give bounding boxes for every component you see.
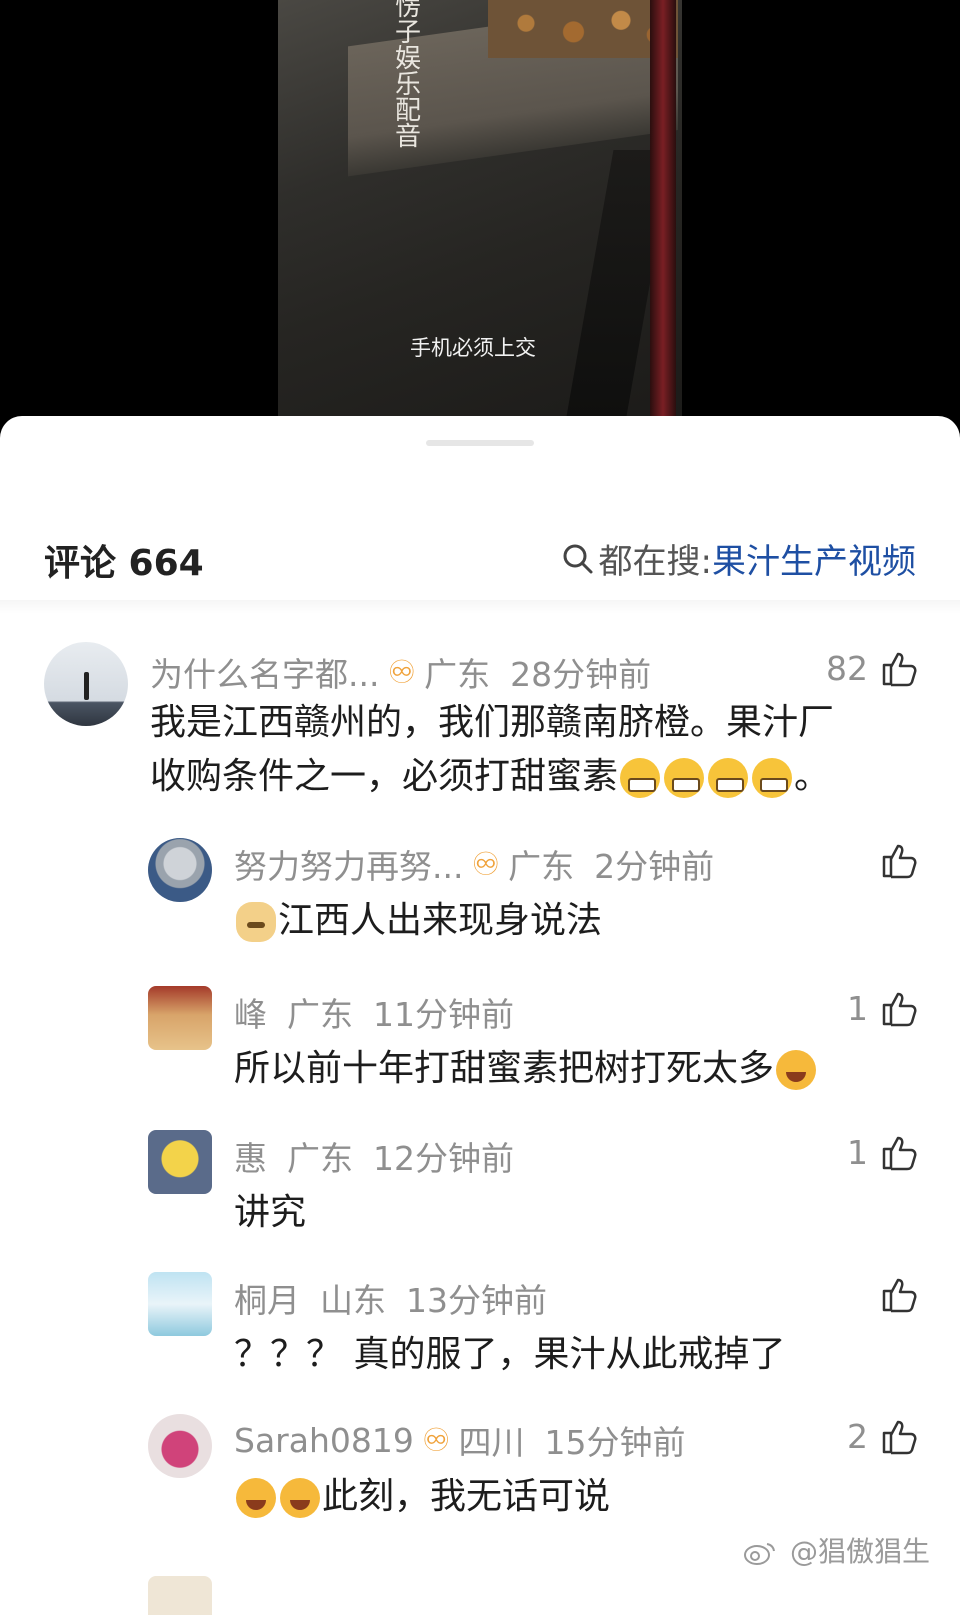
comments-title: 评论 664 (44, 543, 204, 584)
timestamp: 13分钟前 (406, 1281, 547, 1320)
grin-emoji-icon (752, 758, 793, 798)
comment-meta: 峰 广东 11分钟前 (234, 988, 514, 1036)
video-subtitle: 手机必须上交 (410, 336, 536, 360)
comment-text: 江西人出来现身说法 (234, 894, 914, 948)
thumbs-up-icon (882, 1420, 917, 1455)
grin-emoji-icon (664, 758, 705, 798)
thumbs-up-icon (882, 1136, 917, 1171)
location: 广东 (508, 847, 575, 886)
weibo-watermark: @猖傲猖生 (743, 1530, 930, 1570)
like-count: 1 (847, 1132, 868, 1172)
comment-meta: Sarah0819 ♾ 四川 15分钟前 (234, 1416, 686, 1464)
location: 山东 (320, 1281, 386, 1320)
comment-text: 讲究 (234, 1192, 307, 1233)
drag-handle[interactable] (426, 440, 534, 446)
username[interactable]: 为什么名字都... (150, 648, 379, 696)
search-prefix: 都在搜: (598, 542, 712, 582)
comment-text: 此刻，我无话可说 (234, 1470, 914, 1524)
crying-laugh-emoji-icon (280, 1478, 320, 1518)
comment-text: 所以前十年打甜蜜素把树打死太多 (234, 1042, 924, 1096)
like-button[interactable] (868, 1274, 920, 1314)
overlay-char: 娱 (394, 44, 421, 74)
like-button[interactable]: 1 (847, 1132, 920, 1172)
location: 广东 (287, 1139, 353, 1178)
comment-text: 我是江西赣州的，我们那赣南脐橙。果汁厂 收购条件之一，必须打甜蜜素 。 (150, 696, 910, 804)
avatar[interactable] (148, 1272, 212, 1336)
location: 四川 (458, 1423, 525, 1462)
like-button[interactable]: 82 (826, 648, 920, 688)
comment-sheet: 评论 664 都在搜: 果汁生产视频 为什么名字都... ♾ 广东 28分钟前 … (0, 416, 960, 1615)
username[interactable]: 峰 (234, 988, 267, 1036)
comment-line-text: 收购条件之一，必须打甜蜜素 (150, 756, 619, 797)
comment-item: 为什么名字都... ♾ 广东 28分钟前 82 我是江西赣州的，我们那赣南脐橙。… (0, 638, 960, 828)
username[interactable]: 努力努力再努... (234, 840, 463, 888)
reply-item: 努力努力再努... ♾ 广东 2分钟前 江西人出来现身说法 (0, 836, 960, 976)
thumbs-up-icon (882, 652, 917, 687)
dog-emoji-icon (236, 902, 276, 942)
timestamp: 28分钟前 (510, 655, 652, 694)
thumbs-up-icon (882, 992, 917, 1027)
comment-line-end: 。 (794, 756, 831, 797)
thumbs-up-icon (882, 1278, 917, 1313)
reply-item: 峰 广东 11分钟前 1 所以前十年打甜蜜素把树打死太多 (0, 984, 960, 1124)
grin-emoji-icon (708, 758, 749, 798)
timestamp: 15分钟前 (544, 1423, 686, 1462)
like-count: 2 (847, 1416, 868, 1456)
comment-line-text: 此刻，我无话可说 (322, 1476, 611, 1517)
like-count: 82 (826, 648, 868, 688)
watermark-text: @猖傲猖生 (789, 1535, 930, 1568)
crying-laugh-emoji-icon (776, 1050, 817, 1090)
username[interactable]: 桐月 (234, 1274, 300, 1322)
timestamp: 2分钟前 (594, 847, 715, 886)
comment-meta: 桐月 山东 13分钟前 (234, 1274, 547, 1322)
like-count: 1 (847, 988, 868, 1028)
comment-text: ？？？ 真的服了，果汁从此戒掉了 (234, 1334, 786, 1375)
reply-item: 桐月 山东 13分钟前 ？？？ 真的服了，果汁从此戒掉了 (0, 1270, 960, 1410)
comment-meta: 惠 广东 12分钟前 (234, 1132, 514, 1180)
avatar[interactable] (44, 642, 128, 726)
weibo-icon (744, 1543, 776, 1565)
video-red-edge (650, 0, 676, 416)
comment-line-2: 收购条件之一，必须打甜蜜素 。 (150, 750, 910, 804)
video-player[interactable]: 愣 子 娱 乐 配 音 手机必须上交 (0, 0, 960, 420)
location: 广东 (287, 995, 353, 1034)
overlay-char: 乐 (394, 70, 421, 100)
like-button[interactable] (868, 840, 920, 880)
avatar[interactable] (148, 838, 212, 902)
comment-line-text: 所以前十年打甜蜜素把树打死太多 (234, 1048, 775, 1089)
fan-badge-icon: ♾ (421, 1421, 451, 1459)
overlay-char: 子 (394, 18, 421, 48)
avatar[interactable] (148, 986, 212, 1050)
search-icon (563, 544, 593, 573)
fan-badge-icon: ♾ (387, 653, 417, 691)
comment-meta: 努力努力再努... ♾ 广东 2分钟前 (234, 840, 714, 888)
comment-line-text: 江西人出来现身说法 (278, 900, 603, 941)
location: 广东 (424, 655, 491, 694)
username[interactable]: Sarah0819 (234, 1421, 414, 1460)
like-button[interactable]: 1 (847, 988, 920, 1028)
overlay-char: 配 (394, 96, 421, 126)
next-comment-peek (148, 1576, 212, 1615)
avatar[interactable] (148, 1414, 212, 1478)
overlay-char: 愣 (394, 0, 421, 22)
crying-laugh-emoji-icon (236, 1478, 276, 1518)
overlay-char: 音 (394, 122, 421, 152)
like-button[interactable]: 2 (847, 1416, 920, 1456)
timestamp: 12分钟前 (373, 1139, 514, 1178)
avatar[interactable] (148, 1130, 212, 1194)
username[interactable]: 惠 (234, 1132, 267, 1180)
reply-item: 惠 广东 12分钟前 1 讲究 (0, 1128, 960, 1268)
header-divider (0, 600, 960, 614)
comment-line: 我是江西赣州的，我们那赣南脐橙。果汁厂 (150, 702, 835, 743)
timestamp: 11分钟前 (373, 995, 514, 1034)
fan-badge-icon: ♾ (471, 845, 501, 883)
thumbs-up-icon (882, 844, 917, 879)
search-term-link[interactable]: 果汁生产视频 (712, 534, 916, 583)
trending-search[interactable]: 都在搜: 果汁生产视频 (561, 534, 916, 583)
video-overlay-text: 愣 子 娱 乐 配 音 (388, 0, 428, 150)
grin-emoji-icon (620, 758, 661, 798)
comment-meta: 为什么名字都... ♾ 广东 28分钟前 (150, 648, 651, 696)
